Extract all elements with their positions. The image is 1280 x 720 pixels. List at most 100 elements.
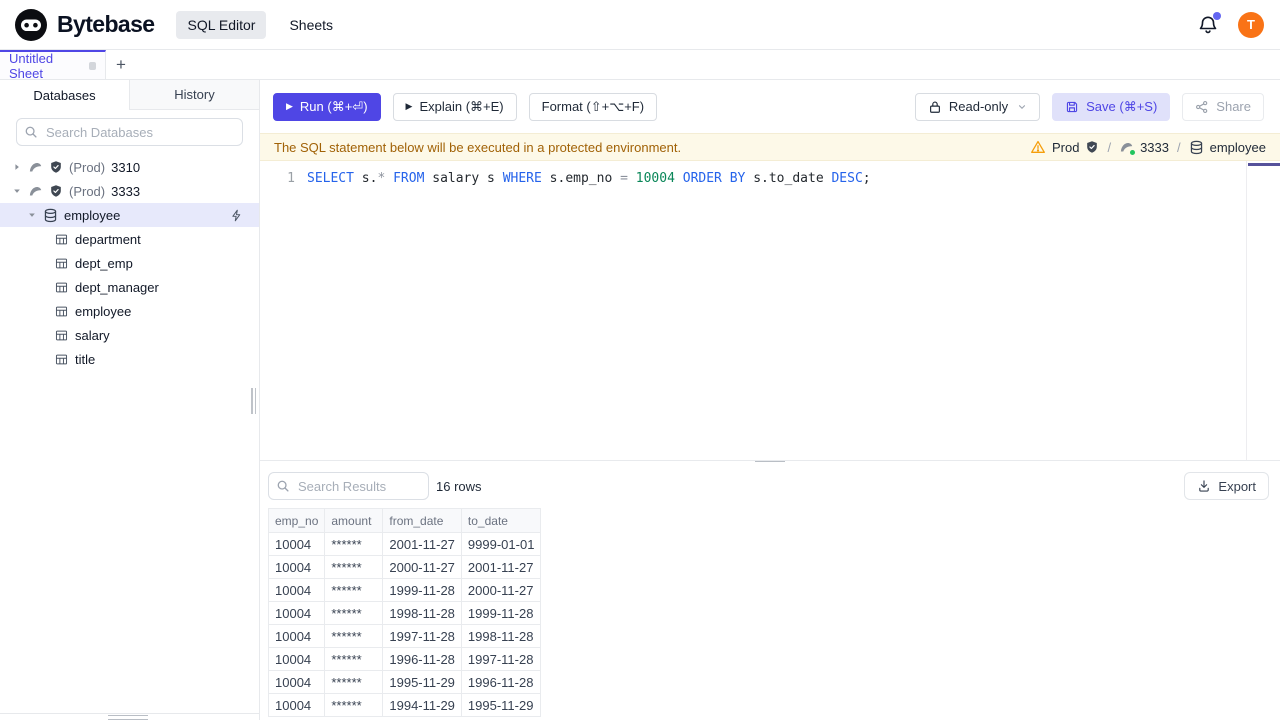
result-row: 10004 ****** 1997-11-28 1998-11-28: [267, 624, 542, 648]
table-name: employee: [75, 303, 132, 319]
instance-name: 3310: [111, 159, 141, 175]
table-icon: [55, 306, 68, 316]
protected-environment-banner: The SQL statement below will be executed…: [260, 133, 1280, 161]
results-header-row: emp_no amount from_date to_date: [267, 508, 542, 533]
result-cell: ******: [324, 647, 384, 671]
result-cell: ******: [324, 578, 384, 602]
tree-instance-3333[interactable]: (Prod) 3333: [0, 179, 259, 203]
sidebar: Databases History (Prod) 3310 (Prod): [0, 80, 260, 720]
database-name: employee: [64, 207, 121, 223]
search-results-input[interactable]: [268, 472, 429, 500]
result-cell: 10004: [267, 693, 326, 717]
explain-button[interactable]: ▶ Explain (⌘+E): [392, 92, 517, 121]
column-header: from_date: [382, 508, 462, 533]
tree-table-item[interactable]: employee: [0, 299, 259, 323]
result-cell: ******: [324, 532, 384, 556]
mysql-icon: [29, 162, 42, 171]
table-icon: [55, 354, 68, 364]
result-cell: ******: [324, 601, 384, 625]
column-header: to_date: [460, 508, 542, 533]
editor-toolbar: ▶ Run (⌘+⏎) ▶ Explain (⌘+E) Format (⇧+⌥+…: [260, 80, 1280, 133]
table-list: department dept_emp dept_manager employe…: [0, 227, 259, 371]
run-button[interactable]: ▶ Run (⌘+⏎): [273, 92, 381, 121]
overview-ruler-mark: [1248, 163, 1280, 166]
tab-databases[interactable]: Databases: [0, 80, 130, 110]
result-row: 10004 ****** 2000-11-27 2001-11-27: [267, 555, 542, 579]
sql-editor[interactable]: 1 SELECT s.* FROM salary s WHERE s.emp_n…: [260, 161, 1280, 460]
table-icon: [55, 330, 68, 340]
nav-sheets[interactable]: Sheets: [278, 11, 344, 39]
notification-badge: [1213, 11, 1221, 20]
result-cell: 1998-11-28: [460, 624, 542, 648]
result-cell: ******: [324, 693, 384, 717]
result-row: 10004 ****** 1999-11-28 2000-11-27: [267, 578, 542, 602]
result-cell: 10004: [267, 555, 326, 579]
result-cell: ******: [324, 555, 384, 579]
result-cell: 1994-11-29: [382, 693, 462, 717]
tree-table-item[interactable]: dept_manager: [0, 275, 259, 299]
result-cell: 10004: [267, 624, 326, 648]
result-cell: 10004: [267, 670, 326, 694]
save-button[interactable]: Save (⌘+S): [1052, 92, 1171, 121]
result-cell: 1996-11-28: [460, 670, 542, 694]
tree-database-employee[interactable]: employee: [0, 203, 259, 227]
search-databases-input[interactable]: [16, 118, 243, 146]
add-sheet-button[interactable]: +: [106, 50, 136, 79]
caret-right-icon: [15, 164, 19, 170]
share-button[interactable]: Share: [1182, 92, 1264, 121]
result-cell: 1996-11-28: [382, 647, 462, 671]
tree-instance-3310[interactable]: (Prod) 3310: [0, 155, 259, 179]
table-name: department: [75, 231, 141, 247]
readonly-mode-button[interactable]: Read-only: [914, 92, 1041, 121]
caret-down-icon: [14, 189, 20, 193]
database-icon: [44, 208, 57, 222]
table-name: dept_emp: [75, 255, 133, 271]
nav-sql-editor[interactable]: SQL Editor: [176, 10, 267, 39]
tree-table-item[interactable]: department: [0, 227, 259, 251]
avatar[interactable]: T: [1238, 11, 1264, 38]
results-panel: 16 rows Export emp_noamountfrom_dateto_d…: [260, 464, 1280, 720]
share-icon: [1196, 100, 1208, 113]
search-icon: [25, 126, 37, 138]
column-header: emp_no: [267, 508, 326, 533]
result-cell: 2001-11-27: [460, 555, 542, 579]
bytebase-logo-icon: [14, 8, 48, 42]
tab-history[interactable]: History: [130, 80, 259, 110]
tree-table-item[interactable]: salary: [0, 323, 259, 347]
results-table: emp_no amount from_date to_date 10004 ******…: [267, 508, 542, 717]
connection-status-dot: [1130, 149, 1136, 155]
result-cell: 10004: [267, 647, 326, 671]
environment-label: (Prod): [69, 183, 106, 199]
export-button[interactable]: Export: [1184, 472, 1269, 500]
result-cell: 2000-11-27: [460, 578, 542, 602]
format-button[interactable]: Format (⇧+⌥+F): [528, 92, 658, 121]
tab-untitled-sheet[interactable]: Untitled Sheet: [0, 50, 106, 81]
sidebar-resize-handle[interactable]: [251, 388, 257, 414]
connection-breadcrumb: Prod / 3333 / employee: [1030, 139, 1266, 155]
download-icon: [1199, 480, 1210, 492]
brand[interactable]: Bytebase: [14, 8, 155, 42]
result-cell: ******: [324, 670, 384, 694]
result-row: 10004 ****** 1994-11-29 1995-11-29: [267, 693, 542, 717]
sidebar-bottom-resize-handle[interactable]: [108, 715, 148, 720]
result-cell: 2001-11-27: [382, 532, 462, 556]
connect-bolt-icon[interactable]: [230, 209, 243, 222]
breadcrumb-database: employee: [1209, 139, 1266, 155]
notification-bell-icon[interactable]: [1198, 11, 1221, 35]
mysql-icon: [1119, 140, 1136, 155]
play-icon: ▶: [405, 101, 413, 111]
shield-icon: [51, 161, 61, 173]
result-cell: 10004: [267, 532, 326, 556]
tree-table-item[interactable]: title: [0, 347, 259, 371]
main-panel: ▶ Run (⌘+⏎) ▶ Explain (⌘+E) Format (⇧+⌥+…: [260, 80, 1280, 720]
results-search: [268, 472, 429, 500]
result-cell: 10004: [267, 601, 326, 625]
table-name: title: [75, 351, 96, 367]
tree-table-item[interactable]: dept_emp: [0, 251, 259, 275]
result-cell: ******: [324, 624, 384, 648]
result-row: 10004 ****** 1996-11-28 1997-11-28: [267, 647, 542, 671]
search-icon: [277, 480, 289, 492]
result-cell: 1997-11-28: [460, 647, 542, 671]
result-cell: 2000-11-27: [382, 555, 462, 579]
bytebase-app: Bytebase SQL Editor Sheets T Untitled Sh…: [0, 0, 1280, 720]
